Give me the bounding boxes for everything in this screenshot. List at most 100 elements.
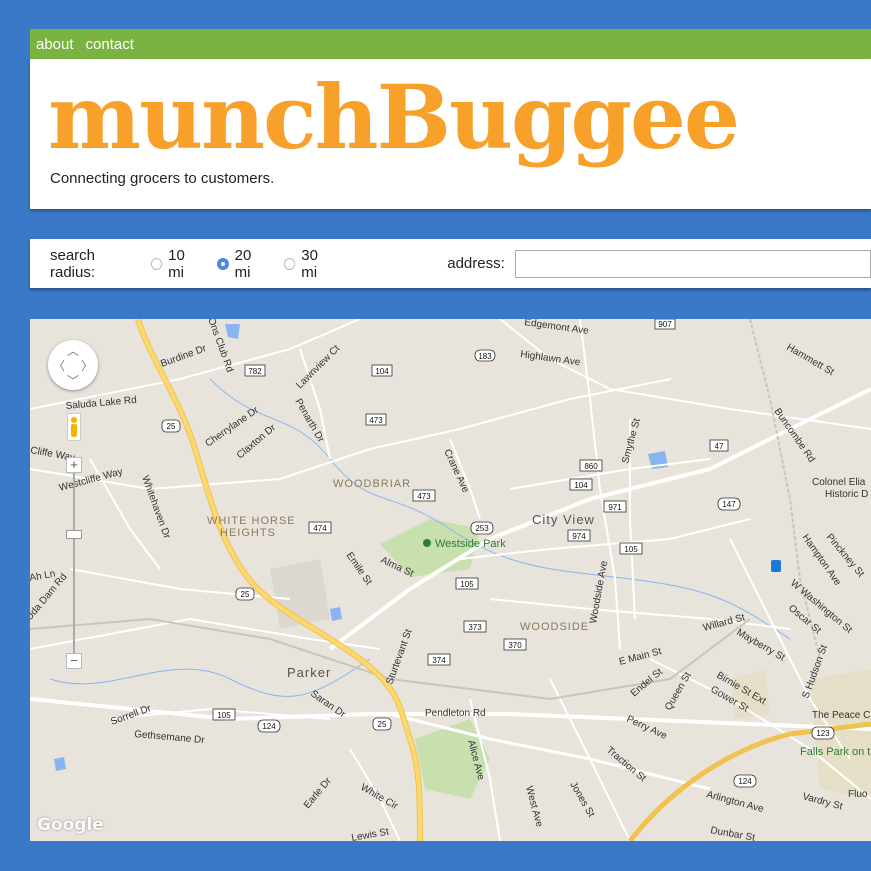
map-label: Dunbar St [709,825,755,841]
map-label: Jones St [567,780,596,819]
svg-text:123: 123 [816,729,830,738]
site-header: munchBuggee Connecting grocers to custom… [30,59,871,209]
radius-option-30[interactable]: 30 mi [283,246,337,281]
radio-10mi[interactable] [150,257,163,270]
map-label: Historic D [825,489,868,500]
radius-option-20[interactable]: 20 mi [217,247,270,281]
pan-left-icon[interactable]: 〈 [53,357,65,374]
map-label: Whitehaven Dr [139,474,172,541]
search-bar: search radius: 10 mi 20 mi 30 mi address… [30,239,871,288]
google-logo: Google [37,815,104,835]
svg-text:147: 147 [722,500,736,509]
pan-right-icon[interactable]: 〉 [81,357,93,374]
map-label: HEIGHTS [220,527,276,539]
map-label: Fluo [848,789,868,800]
svg-text:373: 373 [468,623,482,632]
map-label: Emile St [344,550,374,587]
svg-text:253: 253 [475,524,489,533]
svg-text:124: 124 [738,777,752,786]
svg-text:104: 104 [574,481,588,490]
pan-control[interactable]: ︿ ﹀ 〈 〉 [48,340,98,390]
svg-text:374: 374 [432,656,446,665]
map-label: WOODSIDE [520,621,589,633]
map-view[interactable]: WOODBRIAR WHITE HORSE HEIGHTS WOODSIDE C… [30,319,871,841]
map-label: Claxton Dr [235,422,279,461]
map-label: Lewis St [351,827,390,841]
map-label: Hammett St [785,342,836,378]
svg-text:105: 105 [624,545,638,554]
map-label: The Peace C [812,710,870,721]
map-label: Highlawn Ave [520,349,582,368]
svg-text:104: 104 [375,367,389,376]
svg-text:974: 974 [572,532,586,541]
radius-option-label: 30 mi [301,246,318,281]
map-label: Saluda Lake Rd [65,395,137,412]
map-label: E Main St [618,646,663,668]
svg-text:25: 25 [241,590,250,599]
map-label: City View [532,512,595,527]
zoom-in-button[interactable]: + [66,457,82,473]
pan-down-icon[interactable]: ﹀ [67,372,79,389]
site-logo[interactable]: munchBuggee [48,73,740,161]
svg-text:25: 25 [378,720,387,729]
svg-text:782: 782 [248,367,262,376]
radius-option-10[interactable]: 10 mi [150,246,204,281]
svg-text:105: 105 [217,711,231,720]
map-canvas[interactable]: WOODBRIAR WHITE HORSE HEIGHTS WOODSIDE C… [30,319,871,841]
radius-option-label: 20 mi [234,246,252,281]
radius-option-label: 10 mi [168,246,185,281]
park-marker-icon [423,539,431,547]
zoom-slider-handle[interactable] [66,530,82,539]
map-label: Sturtevant St [384,628,414,686]
nav-about-link[interactable]: about [36,36,74,53]
svg-text:124: 124 [262,722,276,731]
map-label: West Ave [523,785,545,829]
water [225,324,240,339]
map-label: Mayberry St [735,627,787,664]
svg-text:474: 474 [313,524,327,533]
map-label: Vardry St [801,791,844,812]
address-input[interactable] [514,249,871,278]
map-label: Woodside Ave [588,560,610,625]
map-label: Parker [287,665,331,680]
map-label: Westside Park [435,538,506,550]
search-radius-label: search radius: [50,246,96,281]
nav-contact-link[interactable]: contact [86,36,134,53]
svg-text:370: 370 [508,641,522,650]
svg-text:105: 105 [460,580,474,589]
map-label: Pendleton Rd [425,708,486,719]
svg-text:473: 473 [417,492,431,501]
map-label: Burdine Dr [159,343,208,370]
map-label: Falls Park on t [800,746,870,758]
svg-text:473: 473 [369,416,383,425]
svg-text:183: 183 [478,352,492,361]
street-view-pegman-icon[interactable] [67,413,81,441]
svg-text:860: 860 [584,462,598,471]
map-label: Endel St [629,666,665,699]
svg-text:907: 907 [658,320,672,329]
map-label: Earle Dr [302,775,334,811]
map-label: WHITE HORSE [207,515,296,527]
map-label: Lawnview Ct [294,343,342,391]
radio-30mi[interactable] [283,257,296,270]
tagline: Connecting grocers to customers. [50,170,275,187]
top-nav: about contact [30,29,871,59]
map-label: Gethsemane Dr [134,729,206,746]
address-label: address: [447,255,505,272]
svg-text:971: 971 [608,503,622,512]
map-label: Arlington Ave [705,789,765,815]
map-label: White Cir [359,782,401,812]
svg-text:25: 25 [167,422,176,431]
radio-20mi[interactable] [217,257,229,270]
water [330,607,342,621]
map-label: WOODBRIAR [333,478,411,490]
map-label: Colonel Elia [812,477,866,488]
zoom-track[interactable] [73,472,75,662]
transit-icon [771,560,781,572]
svg-text:47: 47 [715,442,724,451]
pan-up-icon[interactable]: ︿ [67,342,79,359]
water [54,757,66,771]
zoom-out-button[interactable]: − [66,653,82,669]
map-label: Smythe St [620,417,643,465]
map-label: Queen St [663,670,694,712]
